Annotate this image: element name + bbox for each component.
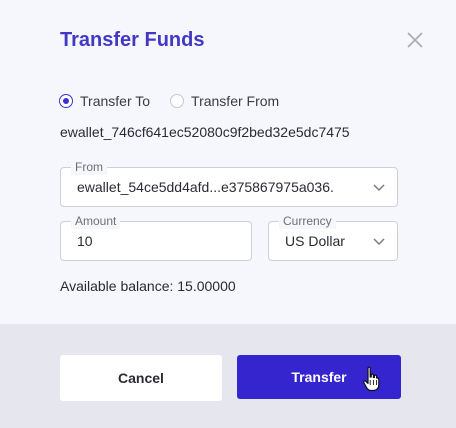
radio-transfer-to[interactable]: Transfer To: [59, 93, 150, 109]
chevron-down-icon: [373, 236, 385, 246]
from-wallet-select[interactable]: From ewallet_54ce5dd4afd...e375867975a03…: [60, 159, 398, 207]
currency-value: US Dollar: [285, 233, 345, 249]
hand-pointer-icon: [362, 366, 380, 392]
dialog-title: Transfer Funds: [60, 29, 205, 51]
radio-transfer-from[interactable]: Transfer From: [170, 93, 279, 109]
close-button[interactable]: [404, 29, 426, 51]
amount-value: 10: [77, 233, 93, 249]
transfer-funds-dialog: Transfer Funds Transfer To Transfer From…: [0, 0, 456, 428]
from-value: ewallet_54ce5dd4afd...e375867975a036.: [77, 179, 334, 195]
currency-select[interactable]: Currency US Dollar: [268, 213, 398, 261]
available-balance: Available balance: 15.00000: [60, 278, 236, 294]
transfer-direction-group: Transfer To Transfer From: [59, 93, 299, 109]
cancel-button[interactable]: Cancel: [60, 355, 222, 401]
target-wallet-address: ewallet_746cf641ec52080c9f2bed32e5dc7475: [60, 124, 350, 140]
radio-checked-icon: [59, 94, 73, 108]
amount-input[interactable]: Amount 10: [60, 213, 252, 261]
radio-label: Transfer From: [191, 93, 280, 109]
radio-unchecked-icon: [170, 94, 185, 108]
close-icon: [407, 32, 423, 48]
radio-label: Transfer To: [80, 93, 151, 109]
chevron-down-icon: [373, 182, 385, 192]
